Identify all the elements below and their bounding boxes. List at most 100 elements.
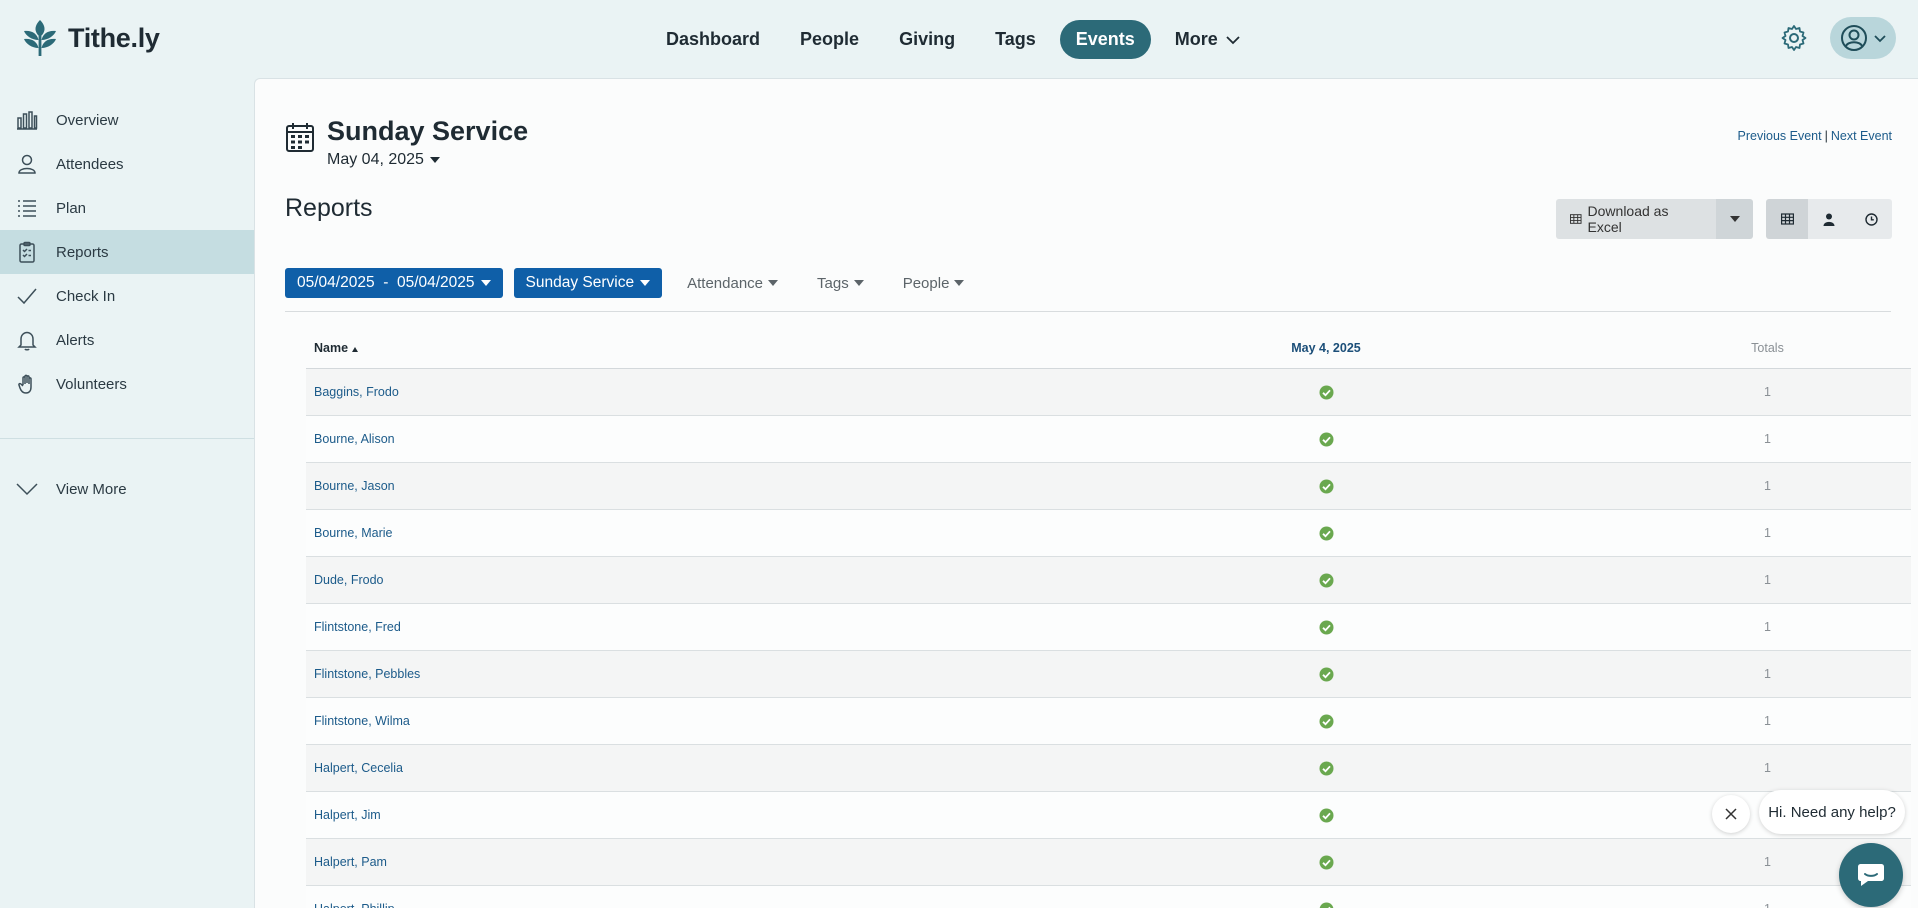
- nav-more[interactable]: More: [1159, 20, 1258, 59]
- service-filter[interactable]: Sunday Service: [513, 268, 663, 298]
- attendee-name-link[interactable]: Baggins, Frodo: [314, 385, 399, 399]
- sidebar-item-attendees[interactable]: Attendees: [0, 142, 254, 186]
- attendee-name-link[interactable]: Bourne, Jason: [314, 479, 395, 493]
- sidebar-item-check-in[interactable]: Check In: [0, 274, 254, 318]
- caret-down-icon: [480, 280, 491, 286]
- name-header-label: Name: [314, 340, 349, 355]
- attendance-table: Name May 4, 2025 Totals Baggins, Frodo 1 B…: [306, 327, 1911, 908]
- check-circle-icon: [1319, 526, 1333, 541]
- table-row: Bourne, Jason 1: [306, 463, 1911, 510]
- sidebar-item-overview[interactable]: Overview: [0, 98, 254, 142]
- attendee-name-link[interactable]: Halpert, Pam: [314, 855, 387, 869]
- checkmark-icon: [17, 288, 37, 305]
- chat-launcher-button[interactable]: [1839, 843, 1903, 907]
- user-menu[interactable]: [1830, 17, 1896, 59]
- date-column-header[interactable]: May 4, 2025: [1026, 341, 1626, 355]
- filter-divider: [285, 311, 1891, 312]
- attendee-name-link[interactable]: Halpert, Jim: [314, 808, 381, 822]
- sidebar-item-label: Plan: [56, 199, 87, 217]
- chevron-down-icon: [1874, 35, 1886, 43]
- list-icon: [18, 200, 36, 217]
- table-row: Halpert, Pam 1: [306, 839, 1911, 886]
- sidebar-item-label: Attendees: [56, 155, 124, 173]
- totals-column-header: Totals: [1751, 340, 1784, 355]
- chevron-down-icon: [16, 483, 38, 496]
- leaf-logo-icon: [24, 20, 56, 56]
- clock-icon: [1864, 212, 1878, 226]
- sidebar-item-label: Reports: [56, 243, 109, 261]
- check-circle-icon: [1319, 714, 1333, 729]
- previous-event-link[interactable]: Previous Event: [1738, 129, 1822, 143]
- attendee-total: 1: [1764, 714, 1771, 728]
- sidebar-view-more[interactable]: View More: [0, 467, 254, 511]
- people-filter[interactable]: People: [889, 275, 979, 292]
- attendee-name-link[interactable]: Dude, Frodo: [314, 573, 383, 587]
- tithely-logo[interactable]: Tithe.ly: [22, 18, 160, 58]
- attendee-name-link[interactable]: Flintstone, Pebbles: [314, 667, 420, 681]
- tags-filter[interactable]: Tags: [803, 275, 878, 292]
- caret-down-icon: [640, 280, 651, 286]
- event-title: Sunday Service: [327, 116, 529, 146]
- check-circle-icon: [1319, 808, 1333, 823]
- caret-down-icon: [954, 280, 965, 286]
- user-circle-icon: [1841, 25, 1867, 51]
- table-header: Name May 4, 2025 Totals: [306, 327, 1911, 369]
- service-filter-label: Sunday Service: [525, 274, 635, 291]
- download-excel-button[interactable]: Download as Excel: [1556, 199, 1716, 239]
- sidebar-item-label: Overview: [56, 111, 119, 129]
- caret-down-icon: [1729, 216, 1740, 222]
- attendee-total: 1: [1764, 667, 1771, 681]
- chat-bubble-icon: [1858, 864, 1884, 886]
- chat-prompt-bubble[interactable]: Hi. Need any help?: [1759, 790, 1905, 834]
- brand-name: Tithe.ly: [68, 22, 160, 53]
- nav-events[interactable]: Events: [1059, 20, 1151, 59]
- name-column-header[interactable]: Name: [314, 341, 1026, 355]
- check-circle-icon: [1319, 620, 1333, 635]
- attendee-name-link[interactable]: Bourne, Marie: [314, 526, 393, 540]
- attendee-total: 1: [1764, 385, 1771, 399]
- chat-close-button[interactable]: [1712, 795, 1750, 833]
- event-nav-separator: |: [1824, 129, 1828, 143]
- hand-icon: [18, 374, 32, 394]
- sidebar-item-plan[interactable]: Plan: [0, 186, 254, 230]
- attendee-total: 1: [1764, 761, 1771, 775]
- download-options-toggle[interactable]: [1716, 199, 1753, 239]
- reports-title: Reports: [285, 194, 373, 222]
- attendee-total: 1: [1764, 479, 1771, 493]
- clipboard-icon: [19, 241, 35, 263]
- check-circle-icon: [1319, 385, 1333, 400]
- attendee-name-link[interactable]: Flintstone, Fred: [314, 620, 401, 634]
- attendee-name-link[interactable]: Halpert, Cecelia: [314, 761, 403, 775]
- gear-icon[interactable]: [1780, 24, 1808, 52]
- grid-view-button[interactable]: [1766, 199, 1808, 239]
- close-icon: [1725, 808, 1737, 820]
- nav-tags[interactable]: Tags: [979, 20, 1052, 59]
- calendar-icon: [286, 123, 314, 152]
- attendee-name-link[interactable]: Bourne, Alison: [314, 432, 395, 446]
- date-range-filter[interactable]: 05/04/2025 - 05/04/2025: [285, 268, 503, 298]
- top-navigation-bar: Tithe.ly Dashboard People Giving Tags Ev…: [0, 0, 1918, 78]
- attendee-name-link[interactable]: Flintstone, Wilma: [314, 714, 410, 728]
- sidebar-divider: [0, 438, 254, 439]
- time-view-button[interactable]: [1850, 199, 1892, 239]
- nav-giving[interactable]: Giving: [883, 20, 971, 59]
- sidebar-item-volunteers[interactable]: Volunteers: [0, 362, 254, 406]
- sidebar-item-reports[interactable]: Reports: [0, 230, 254, 274]
- nav-dashboard[interactable]: Dashboard: [650, 20, 776, 59]
- table-row: Halpert, Phillip1: [306, 886, 1911, 908]
- person-view-button[interactable]: [1808, 199, 1850, 239]
- next-event-link[interactable]: Next Event: [1831, 129, 1892, 143]
- attendance-filter[interactable]: Attendance: [673, 275, 792, 292]
- caret-down-icon: [853, 280, 864, 286]
- event-date-dropdown[interactable]: May 04, 2025: [327, 151, 528, 169]
- sidebar-item-alerts[interactable]: Alerts: [0, 318, 254, 362]
- check-circle-icon: [1319, 855, 1333, 870]
- event-navigation: Previous Event | Next Event: [1738, 129, 1892, 143]
- tags-filter-label: Tags: [817, 274, 849, 292]
- nav-more-label: More: [1174, 29, 1218, 49]
- nav-people[interactable]: People: [784, 20, 875, 59]
- attendee-name-link[interactable]: Halpert, Phillip: [314, 902, 395, 908]
- caret-down-icon: [768, 280, 779, 286]
- caret-down-icon: [429, 157, 440, 163]
- bell-icon: [17, 331, 37, 351]
